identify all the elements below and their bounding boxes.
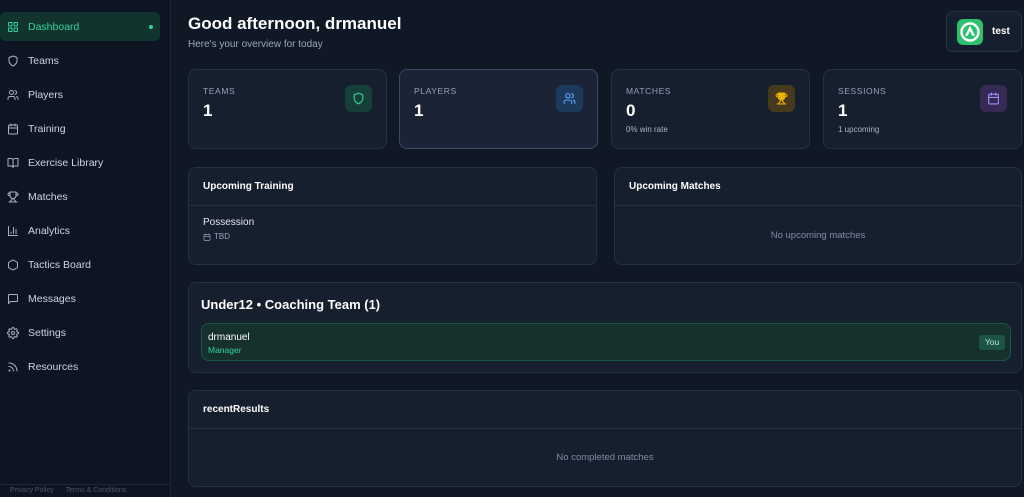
sidebar-item-label: Tactics Board <box>28 258 92 271</box>
sidebar-item-resources[interactable]: Resources <box>0 352 160 381</box>
sidebar-item-dashboard[interactable]: Dashboard <box>0 12 160 41</box>
hexagon-icon <box>8 259 18 270</box>
team-logo-icon <box>957 18 983 45</box>
sidebar-item-training[interactable]: Training <box>0 114 160 143</box>
users-icon <box>563 93 576 104</box>
stat-label: TEAMS <box>203 86 236 96</box>
stat-card-matches[interactable]: MATCHES 0 0% win rate <box>611 69 810 149</box>
training-session-name: Possession <box>203 217 255 228</box>
sidebar-item-players[interactable]: Players <box>0 80 160 109</box>
sidebar: Dashboard Teams Players Training Exercis… <box>0 0 171 497</box>
trophy-icon <box>775 92 788 105</box>
card-title: Upcoming Training <box>203 181 294 192</box>
trophy-icon <box>7 191 19 202</box>
stat-subtext: 0% win rate <box>626 125 668 134</box>
sidebar-item-label: Messages <box>28 292 76 305</box>
calendar-icon <box>8 123 18 134</box>
sidebar-item-label: Matches <box>28 190 68 203</box>
sidebar-item-exercise-library[interactable]: Exercise Library <box>0 148 160 177</box>
sidebar-item-label: Teams <box>28 54 59 67</box>
team-title: Under12 • Coaching Team (1) <box>201 297 381 312</box>
you-badge: You <box>979 335 1005 350</box>
stat-value: 1 <box>838 101 848 120</box>
stat-label: MATCHES <box>626 86 672 96</box>
stat-card-sessions[interactable]: SESSIONS 1 1 upcoming <box>823 69 1022 149</box>
date-text: TBD <box>214 232 230 241</box>
card-title: Upcoming Matches <box>629 181 721 192</box>
sidebar-nav: Dashboard Teams Players Training Exercis… <box>0 12 160 381</box>
user-menu-button[interactable]: test <box>946 11 1022 52</box>
sidebar-item-teams[interactable]: Teams <box>0 46 160 75</box>
sidebar-item-label: Players <box>28 88 64 101</box>
calendar-icon <box>203 233 211 241</box>
sidebar-item-label: Resources <box>28 360 79 373</box>
book-open-icon <box>7 157 19 168</box>
stat-value: 1 <box>414 101 424 120</box>
sidebar-footer: Privacy Policy Terms & Conditions <box>0 484 170 497</box>
upcoming-training-card: Upcoming Training Possession TBD <box>188 167 597 265</box>
sidebar-item-tactics-board[interactable]: Tactics Board <box>0 250 160 279</box>
stat-card-players[interactable]: PLAYERS 1 <box>399 69 598 149</box>
sidebar-item-settings[interactable]: Settings <box>0 318 160 347</box>
sidebar-item-label: Dashboard <box>28 20 80 33</box>
training-session-item[interactable]: Possession TBD <box>203 214 583 246</box>
page-title: Good afternoon, drmanuel <box>188 14 402 33</box>
stat-card-teams[interactable]: TEAMS 1 <box>188 69 387 149</box>
stat-icon-badge <box>980 85 1007 112</box>
sidebar-item-label: Exercise Library <box>28 156 104 169</box>
stat-label: PLAYERS <box>414 86 457 96</box>
rss-icon <box>8 362 18 371</box>
privacy-policy-link[interactable]: Privacy Policy <box>10 485 54 497</box>
member-name: drmanuel <box>208 332 250 343</box>
sidebar-item-analytics[interactable]: Analytics <box>0 216 160 245</box>
user-name: test <box>992 26 1010 37</box>
calendar-icon <box>988 92 999 105</box>
layout-grid-icon <box>8 21 18 32</box>
sidebar-item-messages[interactable]: Messages <box>0 284 160 313</box>
sidebar-item-matches[interactable]: Matches <box>0 182 160 211</box>
sidebar-item-label: Analytics <box>28 224 71 237</box>
member-role: Manager <box>208 345 242 355</box>
sidebar-item-label: Settings <box>28 326 66 339</box>
team-card: Under12 • Coaching Team (1) drmanuel Man… <box>188 282 1022 373</box>
team-member-row: drmanuel Manager You <box>201 323 1011 361</box>
sidebar-item-label: Training <box>28 122 66 135</box>
message-icon <box>8 293 18 304</box>
recent-results-card: recentResults No completed matches <box>188 390 1022 487</box>
stat-icon-badge <box>768 85 795 112</box>
stat-icon-badge <box>345 85 372 112</box>
divider <box>189 205 596 206</box>
empty-state-text: No upcoming matches <box>770 229 866 241</box>
stat-icon-badge <box>556 85 583 112</box>
shield-icon <box>353 92 364 105</box>
stat-subtext: 1 upcoming <box>838 125 880 134</box>
card-title: recentResults <box>203 404 270 415</box>
terms-link[interactable]: Terms & Conditions <box>66 485 127 497</box>
training-session-date: TBD <box>203 232 230 242</box>
shield-icon <box>8 55 18 66</box>
upcoming-matches-card: Upcoming Matches No upcoming matches <box>614 167 1022 265</box>
empty-state-text: No completed matches <box>556 452 654 463</box>
gear-icon <box>7 326 19 339</box>
stat-value: 1 <box>203 101 213 120</box>
users-icon <box>7 89 19 100</box>
stat-value: 0 <box>626 101 636 120</box>
page-subtitle: Here's your overview for today <box>188 39 323 50</box>
bar-chart-icon <box>8 225 18 236</box>
stat-label: SESSIONS <box>838 86 887 96</box>
active-indicator-dot <box>149 24 153 29</box>
